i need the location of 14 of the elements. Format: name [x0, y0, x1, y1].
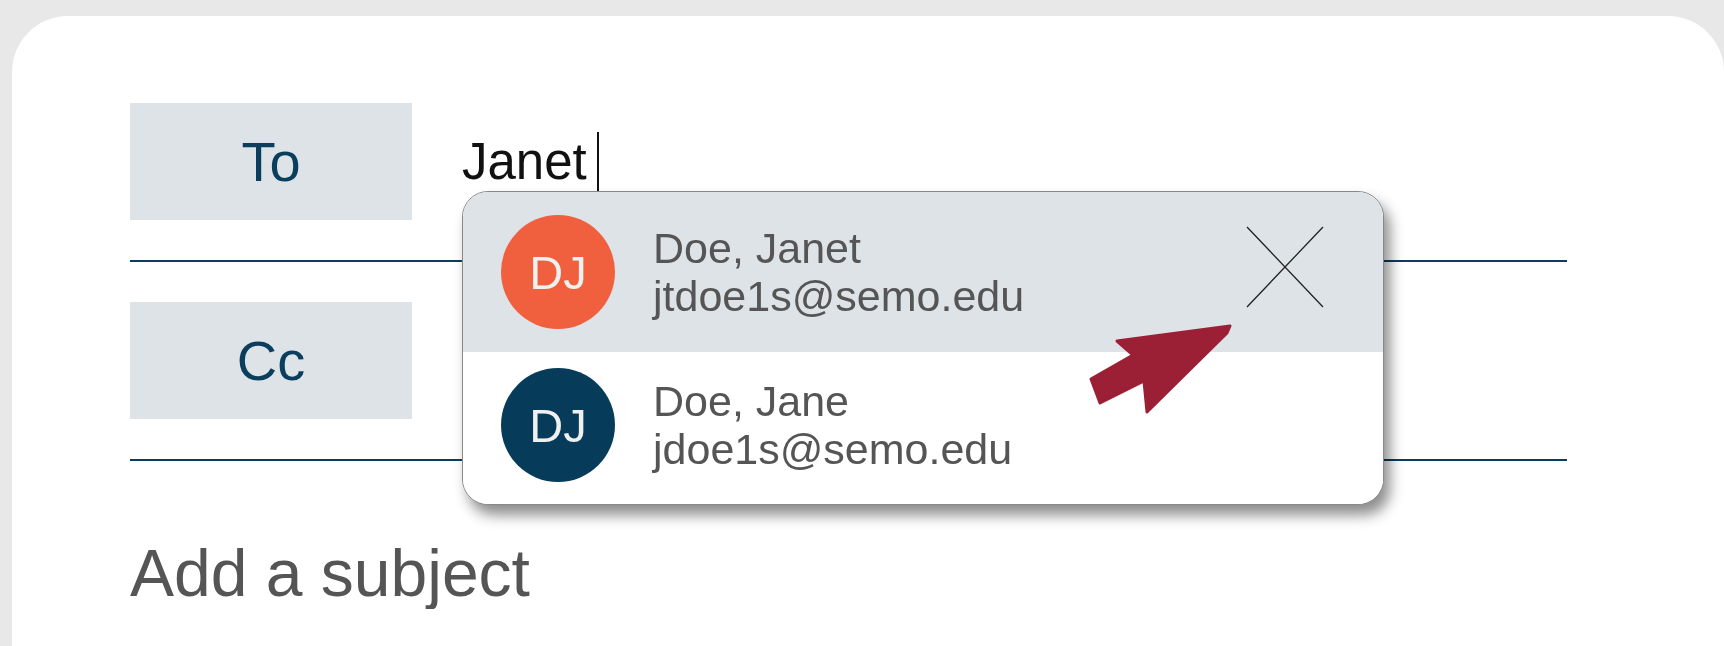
text-cursor [596, 131, 599, 192]
field-label: Cc [130, 302, 412, 419]
close-button[interactable] [1245, 225, 1325, 309]
field-label: To [130, 103, 412, 220]
suggestion-item[interactable]: DJ Doe, Jane jdoe1s@semo.edu [463, 352, 1383, 504]
contact-name: Doe, Janet [653, 224, 862, 272]
close-icon [1245, 225, 1325, 309]
avatar: DJ [501, 368, 615, 482]
avatar: DJ [501, 215, 615, 329]
contact-email: jdoe1s@semo.edu [653, 425, 1014, 473]
suggestion-item[interactable]: DJ Doe, Janet jtdoe1s@semo.edu [463, 192, 1383, 352]
contact-email: jtdoe1s@semo.edu [653, 272, 1026, 320]
recipient-input[interactable]: Janet [462, 132, 587, 191]
contact-name: Doe, Jane [653, 377, 851, 425]
